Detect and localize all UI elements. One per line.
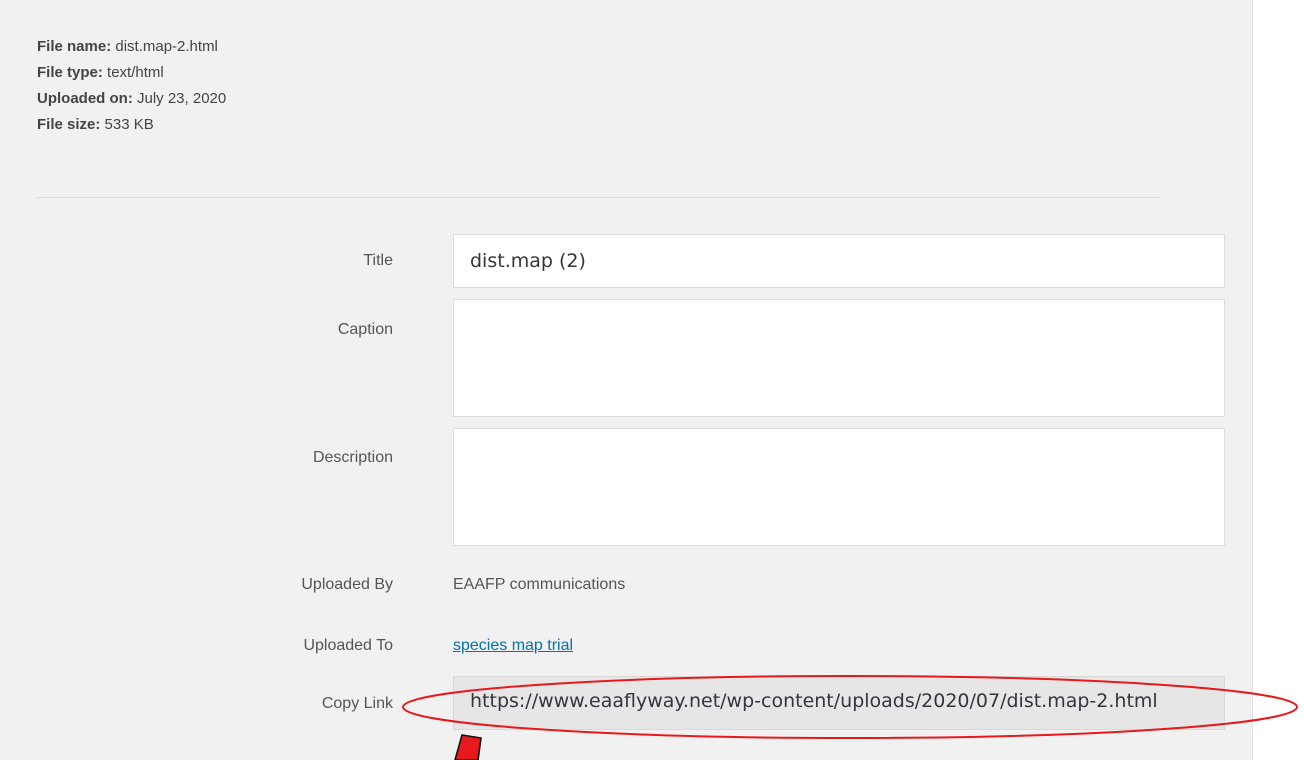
file-type-label: File type: [37,64,103,81]
file-size-label: File size: [37,116,101,133]
file-size-row: File size: 533 KB [37,112,226,138]
uploaded-to-label: Uploaded To [303,637,393,654]
description-textarea[interactable] [453,428,1225,546]
panel-edge [1252,0,1253,760]
file-name-value: dist.map-2.html [115,38,218,55]
copy-link-field[interactable]: https://www.eaaflyway.net/wp-content/upl… [453,676,1225,730]
uploaded-to-link[interactable]: species map trial [453,637,573,654]
title-input[interactable] [453,234,1225,288]
copy-link-label: Copy Link [321,695,393,712]
caption-label: Caption [337,321,393,338]
file-name-row: File name: dist.map-2.html [37,34,226,60]
uploaded-by-label: Uploaded By [301,576,393,593]
file-name-label: File name: [37,38,112,55]
divider [37,197,1160,198]
title-label: Title [363,252,393,269]
file-size-value: 533 KB [104,116,154,133]
uploaded-to-value-wrap: species map trial [453,637,573,655]
file-type-value: text/html [107,64,164,81]
description-label: Description [312,449,393,466]
uploaded-on-value: July 23, 2020 [137,90,227,107]
caption-textarea[interactable] [453,299,1225,417]
uploaded-on-label: Uploaded on: [37,90,133,107]
file-details: File name: dist.map-2.html File type: te… [37,34,226,138]
uploaded-by-value: EAAFP communications [453,576,626,593]
uploaded-on-row: Uploaded on: July 23, 2020 [37,86,226,112]
file-type-row: File type: text/html [37,60,226,86]
